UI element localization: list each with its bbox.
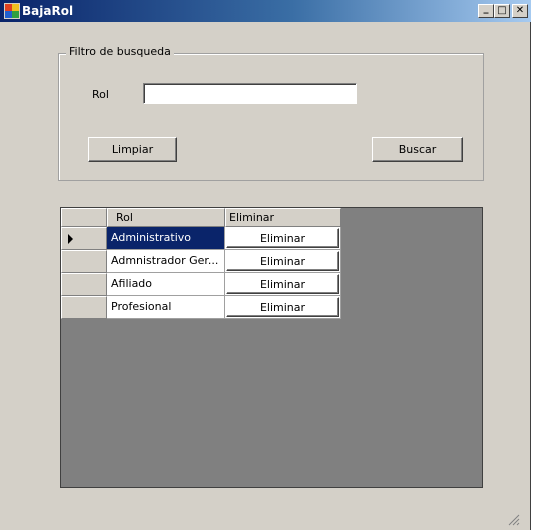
eliminar-button[interactable]: Eliminar: [226, 274, 339, 294]
row-header[interactable]: [61, 250, 107, 273]
rol-cell[interactable]: Admnistrador Ger...: [107, 250, 225, 273]
eliminar-button[interactable]: Eliminar: [226, 297, 339, 317]
close-button[interactable]: ✕: [512, 4, 528, 18]
close-icon: ✕: [515, 5, 525, 16]
baja-rol-window: BajaRol _ □ ✕ Filtro de busqueda Rol Lim…: [0, 0, 531, 530]
eliminar-cell: Eliminar: [225, 273, 341, 296]
clear-button-label: Limpiar: [111, 143, 154, 156]
clear-button[interactable]: Limpiar: [88, 137, 177, 162]
app-icon: [4, 3, 20, 19]
maximize-icon: □: [497, 5, 507, 16]
maximize-button[interactable]: □: [494, 4, 510, 18]
rol-cell[interactable]: Administrativo: [107, 227, 225, 250]
window-title: BajaRol: [22, 4, 74, 18]
rol-cell[interactable]: Profesional: [107, 296, 225, 319]
eliminar-cell: Eliminar: [225, 227, 341, 250]
eliminar-cell: Eliminar: [225, 296, 341, 319]
title-bar[interactable]: BajaRol _ □ ✕: [0, 0, 531, 22]
row-header-current[interactable]: [61, 227, 107, 250]
minimize-icon: _: [483, 3, 489, 14]
filter-legend: Filtro de busqueda: [66, 45, 174, 58]
column-header-rol[interactable]: Rol: [107, 208, 225, 227]
row-header[interactable]: [61, 296, 107, 319]
column-header-eliminar[interactable]: Eliminar: [225, 208, 341, 227]
search-button-label: Buscar: [398, 143, 437, 156]
rol-cell[interactable]: Afiliado: [107, 273, 225, 296]
minimize-button[interactable]: _: [478, 4, 494, 18]
search-button[interactable]: Buscar: [372, 137, 463, 162]
current-row-arrow-icon: [68, 234, 73, 244]
eliminar-cell: Eliminar: [225, 250, 341, 273]
eliminar-button[interactable]: Eliminar: [226, 251, 339, 271]
rol-input[interactable]: [143, 83, 357, 104]
resize-grip-icon[interactable]: [508, 514, 520, 526]
row-header[interactable]: [61, 273, 107, 296]
rol-label: Rol: [92, 88, 109, 101]
roles-data-grid[interactable]: Rol Eliminar Administrativo Eliminar Adm…: [60, 207, 483, 488]
eliminar-button[interactable]: Eliminar: [226, 228, 339, 248]
grid-corner-header[interactable]: [61, 208, 107, 227]
